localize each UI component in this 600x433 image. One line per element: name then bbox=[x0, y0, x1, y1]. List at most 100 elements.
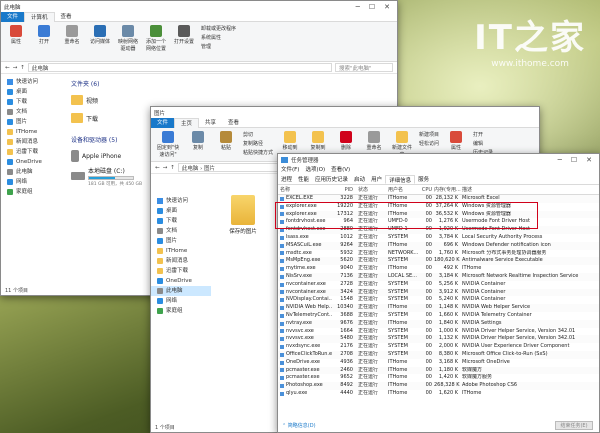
table-row[interactable]: nvtray.exe 9676 正在运行 ITHome 00 1,840 K NVIDIA … bbox=[278, 319, 599, 328]
address-bar[interactable]: 此电脑 bbox=[27, 63, 332, 72]
nav-news[interactable]: 新闻消息 bbox=[1, 137, 65, 147]
table-row[interactable]: NVIDIA Web Help... 10340 正在运行 ITHome 00 1,148… bbox=[278, 304, 599, 312]
table-row[interactable]: nvxdsync.exe 2176 正在运行 SYSTEM 00 2,000 K NVIDI… bbox=[278, 343, 599, 351]
tab-file[interactable]: 文件 bbox=[151, 117, 175, 128]
nav-desktop[interactable]: 桌面 bbox=[151, 206, 211, 216]
forward-icon[interactable]: → bbox=[163, 165, 168, 171]
tab-services[interactable]: 服务 bbox=[415, 175, 432, 184]
nav-onedrive[interactable]: OneDrive bbox=[151, 276, 211, 286]
nav-documents[interactable]: 文档 bbox=[151, 226, 211, 236]
nav-onedrive[interactable]: OneDrive bbox=[1, 157, 65, 167]
table-row[interactable]: lsass.exe 1012 正在运行 SYSTEM 00 3,784 K Local Se… bbox=[278, 234, 599, 242]
nav-quick-access[interactable]: 快速访问 bbox=[151, 196, 211, 206]
device-item[interactable]: Apple iPhone bbox=[71, 147, 151, 165]
header-memory[interactable]: 内存(专用... bbox=[434, 186, 461, 194]
table-row[interactable]: MSASCuiL.exe 9264 正在运行 ITHome 00 696 K Windows… bbox=[278, 241, 599, 250]
nav-xunlei[interactable]: 迅雷下载 bbox=[151, 266, 211, 276]
folder-item-saved-pictures[interactable]: 保存的图片 bbox=[223, 195, 263, 235]
table-row[interactable]: fontdrvhost.exe 2880 正在运行 UMFD-1 00 1,920 K Us… bbox=[278, 226, 599, 234]
menu-view[interactable]: 查看(V) bbox=[328, 165, 353, 175]
tab-home[interactable]: 主页 bbox=[174, 117, 200, 128]
folder-item[interactable]: 下载 bbox=[71, 109, 151, 127]
close-icon[interactable]: ✕ bbox=[384, 3, 390, 11]
manage-button[interactable]: 管理 bbox=[201, 43, 236, 50]
back-icon[interactable]: ← bbox=[155, 165, 160, 171]
menu-file[interactable]: 文件(F) bbox=[278, 165, 302, 175]
open-button[interactable]: 打开 bbox=[33, 25, 55, 45]
tab-share[interactable]: 共享 bbox=[199, 118, 222, 128]
open-button[interactable]: 打开 bbox=[473, 131, 493, 138]
new-item-button[interactable]: 新建项目 bbox=[419, 131, 439, 138]
paste-button[interactable]: 粘贴 bbox=[215, 131, 237, 151]
nav-pictures[interactable]: 图片 bbox=[1, 117, 65, 127]
nav-downloads[interactable]: 下载 bbox=[151, 216, 211, 226]
table-row[interactable]: MsMpEng.exe 5620 正在运行 SYSTEM 00 180,620 K Anti… bbox=[278, 257, 599, 266]
nav-homegroup[interactable]: 家庭组 bbox=[1, 187, 65, 197]
tab-computer[interactable]: 计算机 bbox=[24, 11, 55, 22]
rename-button[interactable]: 重命名 bbox=[61, 25, 83, 45]
header-description[interactable]: 描述 bbox=[460, 186, 599, 194]
tab-details[interactable]: 详细信息 bbox=[385, 175, 416, 184]
table-row[interactable]: pcmaster.exe 9652 正在运行 ITHome 00 1,420 K 软媒魔方服… bbox=[278, 374, 599, 382]
nav-news[interactable]: 新闻消息 bbox=[151, 256, 211, 266]
header-cpu[interactable]: CPU bbox=[420, 186, 434, 194]
table-row[interactable]: NVDisplay.Contai... 1548 正在运行 SYSTEM 00 5,240… bbox=[278, 296, 599, 304]
end-task-button[interactable]: 结束任务(E) bbox=[555, 421, 593, 430]
map-drive-button[interactable]: 映射网络驱动器 bbox=[117, 25, 139, 52]
minimize-icon[interactable]: ─ bbox=[356, 3, 360, 11]
nav-ithome[interactable]: ITHome bbox=[151, 246, 211, 256]
header-name[interactable]: 名称 bbox=[278, 186, 332, 194]
table-row[interactable]: qlyu.exe 4440 正在运行 ITHome 00 1,620 K ITHome bbox=[278, 390, 599, 398]
nav-documents[interactable]: 文档 bbox=[1, 107, 65, 117]
rename-button[interactable]: 重命名 bbox=[363, 131, 385, 151]
menu-options[interactable]: 选项(O) bbox=[302, 165, 328, 175]
pin-quick-access-button[interactable]: 固定到"快速访问" bbox=[155, 131, 181, 158]
easy-access-button[interactable]: 轻松访问 bbox=[419, 140, 439, 147]
drive-item[interactable]: 本地磁盘 (C:) 181 GB 可用，共 450 GB bbox=[71, 165, 151, 187]
nav-homegroup[interactable]: 家庭组 bbox=[151, 306, 211, 316]
properties-button[interactable]: 属性 bbox=[5, 25, 27, 45]
table-row[interactable]: fontdrvhost.exe 964 正在运行 UMFD-0 00 1,276 K Use… bbox=[278, 218, 599, 226]
table-row[interactable]: EXCEL.EXE 3228 正在运行 ITHome 00 28,132 K Microso… bbox=[278, 195, 599, 203]
open-settings-button[interactable]: 打开设置 bbox=[173, 25, 195, 45]
minimize-icon[interactable]: ─ bbox=[558, 156, 562, 164]
folder-item[interactable]: 视频 bbox=[71, 91, 151, 109]
uninstall-button[interactable]: 卸载或更改程序 bbox=[201, 25, 236, 32]
nav-pictures[interactable]: 图片 bbox=[151, 236, 211, 246]
nav-network[interactable]: 网络 bbox=[1, 177, 65, 187]
table-row[interactable]: nvvsvc.exe 5480 正在运行 SYSTEM 00 1,132 K NVIDIA … bbox=[278, 335, 599, 344]
table-row[interactable]: NvTelemetryCont... 3688 正在运行 SYSTEM 00 1,660 … bbox=[278, 312, 599, 320]
tab-users[interactable]: 用户 bbox=[368, 175, 385, 184]
cut-button[interactable]: 剪切 bbox=[243, 131, 273, 138]
maximize-icon[interactable]: ☐ bbox=[571, 156, 577, 164]
tab-view[interactable]: 查看 bbox=[222, 118, 245, 128]
fewer-details-link[interactable]: ⌃ 简略信息(D) bbox=[282, 422, 316, 429]
nav-desktop[interactable]: 桌面 bbox=[1, 87, 65, 97]
nav-ithome[interactable]: ITHome bbox=[1, 127, 65, 137]
copy-to-button[interactable]: 复制到 bbox=[307, 131, 329, 151]
edit-button[interactable]: 编辑 bbox=[473, 140, 493, 147]
up-icon[interactable]: ↑ bbox=[170, 165, 175, 171]
nav-quick-access[interactable]: 快速访问 bbox=[1, 77, 65, 87]
maximize-icon[interactable]: ☐ bbox=[369, 3, 375, 11]
tab-file[interactable]: 文件 bbox=[1, 11, 25, 22]
access-media-button[interactable]: 访问媒体 bbox=[89, 25, 111, 45]
table-row[interactable]: NisSrv.exe 7136 正在运行 LOCAL SE... 00 3,184 K Mi… bbox=[278, 272, 599, 281]
properties-button[interactable]: 属性 bbox=[445, 131, 467, 151]
tab-processes[interactable]: 进程 bbox=[278, 175, 295, 184]
table-row[interactable]: nvcontainer.exe 3424 正在运行 SYSTEM 00 3,912 K NV… bbox=[278, 288, 599, 297]
table-row[interactable]: mytime.exe 9040 正在运行 ITHome 00 492 K ITHome bbox=[278, 265, 599, 273]
table-row[interactable]: nvcontainer.exe 2728 正在运行 SYSTEM 00 5,256 K NV… bbox=[278, 281, 599, 289]
up-icon[interactable]: ↑ bbox=[20, 65, 25, 71]
move-to-button[interactable]: 移动到 bbox=[279, 131, 301, 151]
table-row[interactable]: OneDrive.exe 4936 正在运行 ITHome 00 3,168 K Micro… bbox=[278, 359, 599, 367]
back-icon[interactable]: ← bbox=[5, 65, 10, 71]
copy-path-button[interactable]: 复制路径 bbox=[243, 140, 273, 147]
table-row[interactable]: pcmaster.exe 2460 正在运行 ITHome 00 1,180 K 软媒魔方 bbox=[278, 366, 599, 375]
nav-this-pc[interactable]: 此电脑 bbox=[151, 286, 211, 296]
table-row[interactable]: Photoshop.exe 8492 正在运行 ITHome 00 268,328 K Ad… bbox=[278, 382, 599, 390]
table-row[interactable]: OfficeClickToRun.e... 2708 正在运行 SYSTEM 00 8,3… bbox=[278, 350, 599, 359]
nav-downloads[interactable]: 下载 bbox=[1, 97, 65, 107]
copy-button[interactable]: 复制 bbox=[187, 131, 209, 151]
search-input[interactable]: 搜索"此电脑" bbox=[335, 63, 393, 72]
